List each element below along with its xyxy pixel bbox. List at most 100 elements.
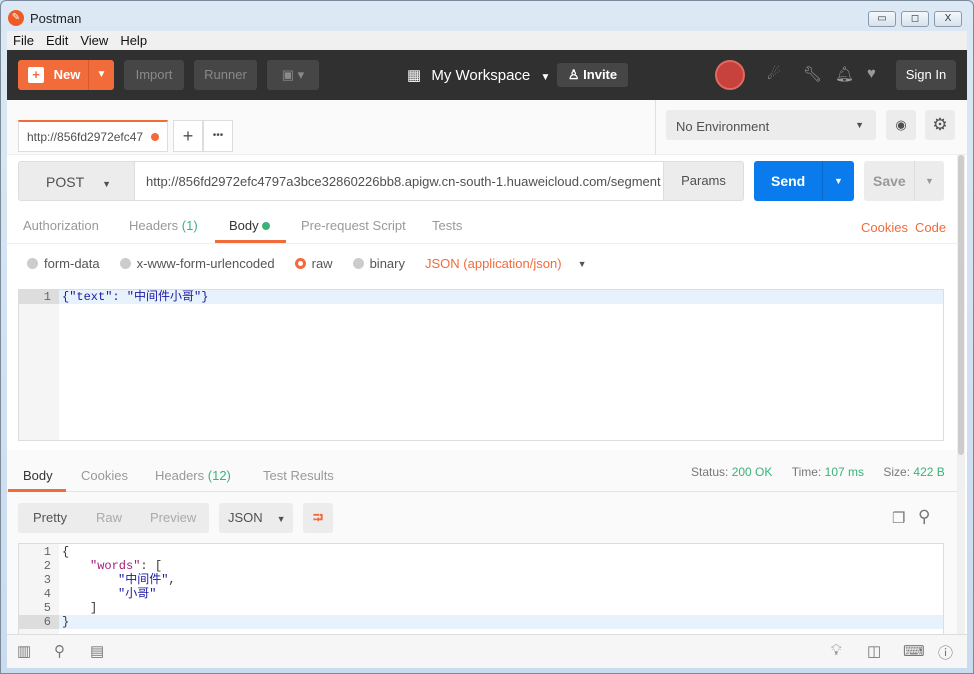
sign-in-button[interactable]: Sign In xyxy=(896,60,956,90)
raw-button[interactable]: Raw xyxy=(96,503,122,533)
plus-icon: + xyxy=(28,67,44,83)
invite-button[interactable]: ♙ Invite xyxy=(557,63,628,87)
add-user-icon: ♙ xyxy=(567,67,580,82)
preview-button[interactable]: Preview xyxy=(150,503,196,533)
send-button[interactable]: Send ▼ xyxy=(754,161,854,201)
method-select[interactable]: POST ▼ xyxy=(19,162,135,200)
new-dropdown-icon[interactable]: ▼ xyxy=(88,60,114,90)
menu-file[interactable]: File xyxy=(13,33,34,48)
environment-label: No Environment xyxy=(676,119,770,134)
eye-button[interactable]: ◉ xyxy=(886,110,916,140)
tab-headers-label: Headers xyxy=(129,218,179,233)
tab-prerequest-script[interactable]: Pre-request Script xyxy=(301,218,406,233)
new-button[interactable]: + New ▼ xyxy=(18,60,114,90)
tab-tests[interactable]: Tests xyxy=(432,218,462,233)
json-key: "words" xyxy=(90,559,141,573)
response-headers-count: (12) xyxy=(207,468,231,483)
radio-raw[interactable] xyxy=(294,258,306,269)
bell-icon[interactable]: 🔔︎ xyxy=(835,65,854,83)
eye-icon: ◉ xyxy=(895,117,907,132)
content-type-select[interactable]: JSON (application/json) xyxy=(425,256,562,271)
workspace-name: My Workspace xyxy=(431,67,531,84)
format-select[interactable]: JSON ▼ xyxy=(219,503,293,533)
satellite-icon[interactable]: ☄ xyxy=(767,65,780,83)
tab-authorization[interactable]: Authorization xyxy=(23,218,99,233)
active-tab-underline xyxy=(215,240,286,243)
settings-button[interactable]: ⚙ xyxy=(925,110,955,140)
json-string: "中间件" xyxy=(118,573,169,587)
maximize-button[interactable]: ◻ xyxy=(901,11,929,27)
tab-body-label: Body xyxy=(229,218,259,233)
tab-body[interactable]: Body xyxy=(229,218,271,233)
help-icon[interactable]: ⓘ xyxy=(938,642,953,663)
radio-urlencoded[interactable] xyxy=(119,258,131,269)
scrollbar[interactable] xyxy=(957,155,965,634)
line-number: 2 xyxy=(43,559,51,573)
chevron-down-icon: ▼ xyxy=(855,120,864,130)
line-number: 5 xyxy=(43,601,51,615)
size-label: Size: xyxy=(883,465,911,479)
find-icon[interactable]: ⚲ xyxy=(54,642,65,660)
url-input[interactable]: http://856fd2972efc4797a3bce32860226bb8.… xyxy=(135,162,663,200)
code-line: ] xyxy=(90,601,98,615)
runner-button[interactable]: Runner xyxy=(194,60,257,90)
import-button[interactable]: Import xyxy=(124,60,184,90)
save-button[interactable]: Save ▼ xyxy=(864,161,944,201)
copy-icon[interactable]: ❐ xyxy=(892,509,905,527)
wrench-icon[interactable]: 🔧︎ xyxy=(803,65,822,83)
title-bar: ✎ Postman xyxy=(8,8,81,28)
code-link[interactable]: Code xyxy=(915,220,946,235)
code-text: , xyxy=(168,573,176,587)
method-label: POST xyxy=(46,174,85,190)
status-value: 200 OK xyxy=(731,465,773,479)
tab-headers[interactable]: Headers (1) xyxy=(129,218,198,233)
sync-status-icon[interactable] xyxy=(715,60,745,90)
menu-help[interactable]: Help xyxy=(120,33,147,48)
more-tabs-button[interactable]: ••• xyxy=(203,120,233,152)
response-tab-body[interactable]: Body xyxy=(23,468,53,483)
sidebar-toggle-icon[interactable]: ▥ xyxy=(17,642,31,660)
send-dropdown-icon[interactable]: ▼ xyxy=(822,161,854,201)
response-headers-label: Headers xyxy=(155,468,205,483)
chevron-down-icon: ▼ xyxy=(577,258,587,269)
body-mode-options: form-data x-www-form-urlencoded raw bina… xyxy=(27,256,586,271)
pretty-button[interactable]: Pretty xyxy=(33,503,67,533)
grid-icon: ▦ xyxy=(407,67,422,84)
raw-label: raw xyxy=(311,256,333,271)
request-body-editor[interactable]: 1 {"text": "中间件小哥"} xyxy=(18,289,944,441)
radio-form-data[interactable] xyxy=(27,258,38,269)
minimize-button[interactable]: ▭ xyxy=(868,11,896,27)
search-icon[interactable]: ⚲ xyxy=(918,507,930,527)
lightbulb-icon[interactable]: 💡︎ xyxy=(831,642,842,659)
response-tab-headers[interactable]: Headers (12) xyxy=(155,468,231,483)
console-icon[interactable]: ▤ xyxy=(90,642,104,660)
heart-icon[interactable]: ♥ xyxy=(867,65,876,82)
menu-edit[interactable]: Edit xyxy=(46,33,68,48)
response-tab-cookies[interactable]: Cookies xyxy=(81,468,128,483)
menu-view[interactable]: View xyxy=(80,33,108,48)
close-button[interactable]: X xyxy=(934,11,962,27)
line-number: 1 xyxy=(43,545,51,559)
menu-bar: File Edit View Help xyxy=(7,31,967,50)
chevron-down-icon: ▼ xyxy=(540,72,551,83)
line-number: 6 xyxy=(19,615,59,629)
form-data-label: form-data xyxy=(44,256,100,271)
add-tab-button[interactable]: + xyxy=(173,120,203,152)
body-indicator-icon xyxy=(262,222,271,230)
wrap-lines-button[interactable]: ⮒ xyxy=(303,503,333,533)
environment-select[interactable]: No Environment ▼ xyxy=(666,110,876,140)
radio-binary[interactable] xyxy=(352,258,364,269)
new-window-button[interactable]: ▣ ▾ xyxy=(267,60,319,90)
format-label: JSON xyxy=(228,510,263,525)
response-tab-test-results[interactable]: Test Results xyxy=(263,468,334,483)
chevron-down-icon: ▼ xyxy=(102,179,112,189)
code-line: { xyxy=(62,545,70,559)
two-pane-icon[interactable]: ◫ xyxy=(867,642,881,660)
save-dropdown-icon[interactable]: ▼ xyxy=(914,161,944,201)
keyboard-icon[interactable]: ⌨ xyxy=(903,642,925,660)
workspace-selector[interactable]: ▦ My Workspace ▼ xyxy=(407,66,550,84)
response-body-viewer[interactable]: 1 2 3 4 5 6 { "words": [ "中间件", "小哥" ] } xyxy=(18,543,944,634)
request-tab[interactable]: http://856fd2972efc47 xyxy=(18,120,168,152)
cookies-link[interactable]: Cookies xyxy=(861,220,908,235)
params-button[interactable]: Params xyxy=(663,162,743,200)
